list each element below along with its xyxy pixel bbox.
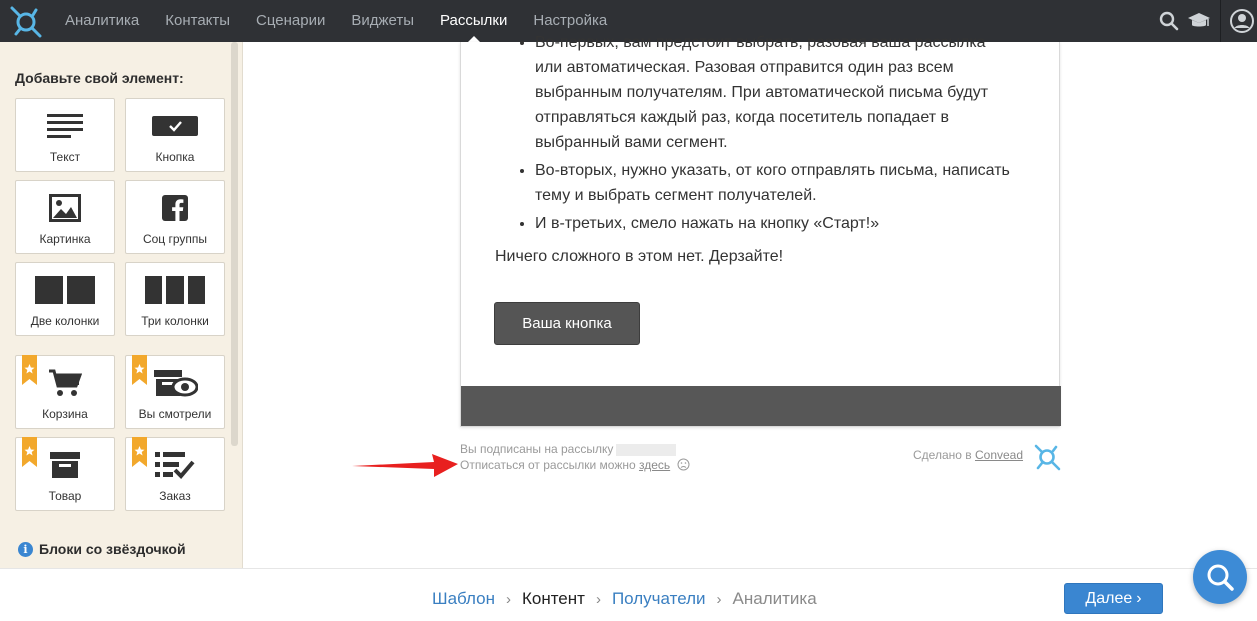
email-bullet: Во-вторых, нужно указать, от кого отправ… [535,158,1015,208]
premium-blocks-note[interactable]: i Блоки со звёздочкой [18,541,186,557]
text-lines-icon [47,114,83,138]
email-cta-button[interactable]: Ваша кнопка [494,302,640,345]
email-bullet-list[interactable]: Во-первых, вам предстоит выбрать, разова… [535,30,1015,239]
info-icon: i [18,541,33,557]
button-check-icon [152,116,198,136]
chevron-right-icon: › [716,590,722,608]
tile-label: Соц группы [142,232,208,246]
nav-item-widgets[interactable]: Виджеты [338,0,427,42]
element-sidebar: Добавьте свой элемент: Текст Кнопка Карт… [0,42,243,568]
tile-label: Вы смотрели [138,407,212,421]
step-recipients[interactable]: Получатели [612,589,706,609]
email-closing-text[interactable]: Ничего сложного в этом нет. Дерзайте! [495,248,783,266]
step-content[interactable]: Контент [522,589,585,609]
nav-item-contacts[interactable]: Контакты [152,0,243,42]
sad-face-icon [677,458,689,471]
chevron-right-icon: › [595,590,601,608]
tile-three-columns[interactable]: Три колонки [125,262,225,336]
tile-image[interactable]: Картинка [15,180,115,254]
search-icon [1207,564,1234,591]
convead-link[interactable]: Convead [975,448,1023,462]
wizard-bar: Шаблон › Контент › Получатели › Аналитик… [0,568,1257,621]
made-in-convead: Сделано в Convead [913,448,1023,462]
nav-divider [1220,0,1221,42]
step-analytics[interactable]: Аналитика [733,589,817,609]
user-avatar-icon[interactable] [1227,0,1257,42]
made-in-text: Сделано в [913,448,972,462]
unsubscribe-link[interactable]: здесь [639,458,670,472]
nav-item-mailings[interactable]: Рассылки [427,0,520,42]
cart-icon [49,369,82,396]
nav-item-scenarios[interactable]: Сценарии [243,0,338,42]
tile-label: Товар [48,489,82,503]
next-button[interactable]: Далее › [1064,583,1163,614]
subscribed-text: Вы подписаны на рассылку [460,442,614,456]
tile-label: Заказ [159,489,191,503]
tile-two-columns[interactable]: Две колонки [15,262,115,336]
convead-logo-icon[interactable] [1032,442,1062,472]
tile-label: Кнопка [155,150,195,164]
annotation-arrow-icon [352,454,458,477]
search-icon[interactable] [1154,0,1184,42]
nav-item-analytics[interactable]: Аналитика [52,0,152,42]
redacted-email [616,443,677,456]
tile-text[interactable]: Текст [15,98,115,172]
premium-blocks-label: Блоки со звёздочкой [39,541,186,557]
email-canvas[interactable]: Во-первых, вам предстоит выбрать, разова… [460,34,1061,427]
sidebar-title: Добавьте свой элемент: [15,70,184,86]
product-box-icon [50,452,80,478]
help-search-button[interactable] [1193,550,1247,604]
tile-order[interactable]: Заказ [125,437,225,511]
email-bullet: Во-первых, вам предстоит выбрать, разова… [535,30,1015,155]
email-bullet: И в-третьих, смело нажать на кнопку «Ста… [535,211,1015,236]
two-columns-icon [35,276,95,304]
tile-viewed[interactable]: Вы смотрели [125,355,225,429]
order-list-icon [155,452,195,479]
three-columns-icon [145,276,205,304]
nav-actions [1154,0,1257,42]
chevron-right-icon: › [1136,589,1142,607]
facebook-icon [162,195,188,221]
step-template[interactable]: Шаблон [432,589,495,609]
tile-label: Картинка [39,232,91,246]
image-icon [49,194,81,222]
tile-button[interactable]: Кнопка [125,98,225,172]
unsubscribe-text: Отписаться от рассылки можно [460,458,636,472]
sidebar-scrollbar[interactable] [231,42,238,446]
wizard-steps: Шаблон › Контент › Получатели › Аналитик… [432,589,817,609]
tile-product[interactable]: Товар [15,437,115,511]
graduation-cap-icon[interactable] [1184,0,1214,42]
chevron-right-icon: › [505,590,511,608]
tile-cart[interactable]: Корзина [15,355,115,429]
next-button-label: Далее [1085,589,1133,607]
convead-logo-icon[interactable] [8,4,44,38]
tile-label: Корзина [42,407,88,421]
tile-social[interactable]: Соц группы [125,180,225,254]
subscription-notice: Вы подписаны на рассылку Отписаться от р… [460,441,690,473]
email-footer-block[interactable] [461,386,1061,426]
tile-label: Две колонки [30,314,100,328]
tile-label: Текст [49,150,81,164]
tile-label: Три колонки [141,314,209,328]
box-eye-icon [154,370,198,397]
